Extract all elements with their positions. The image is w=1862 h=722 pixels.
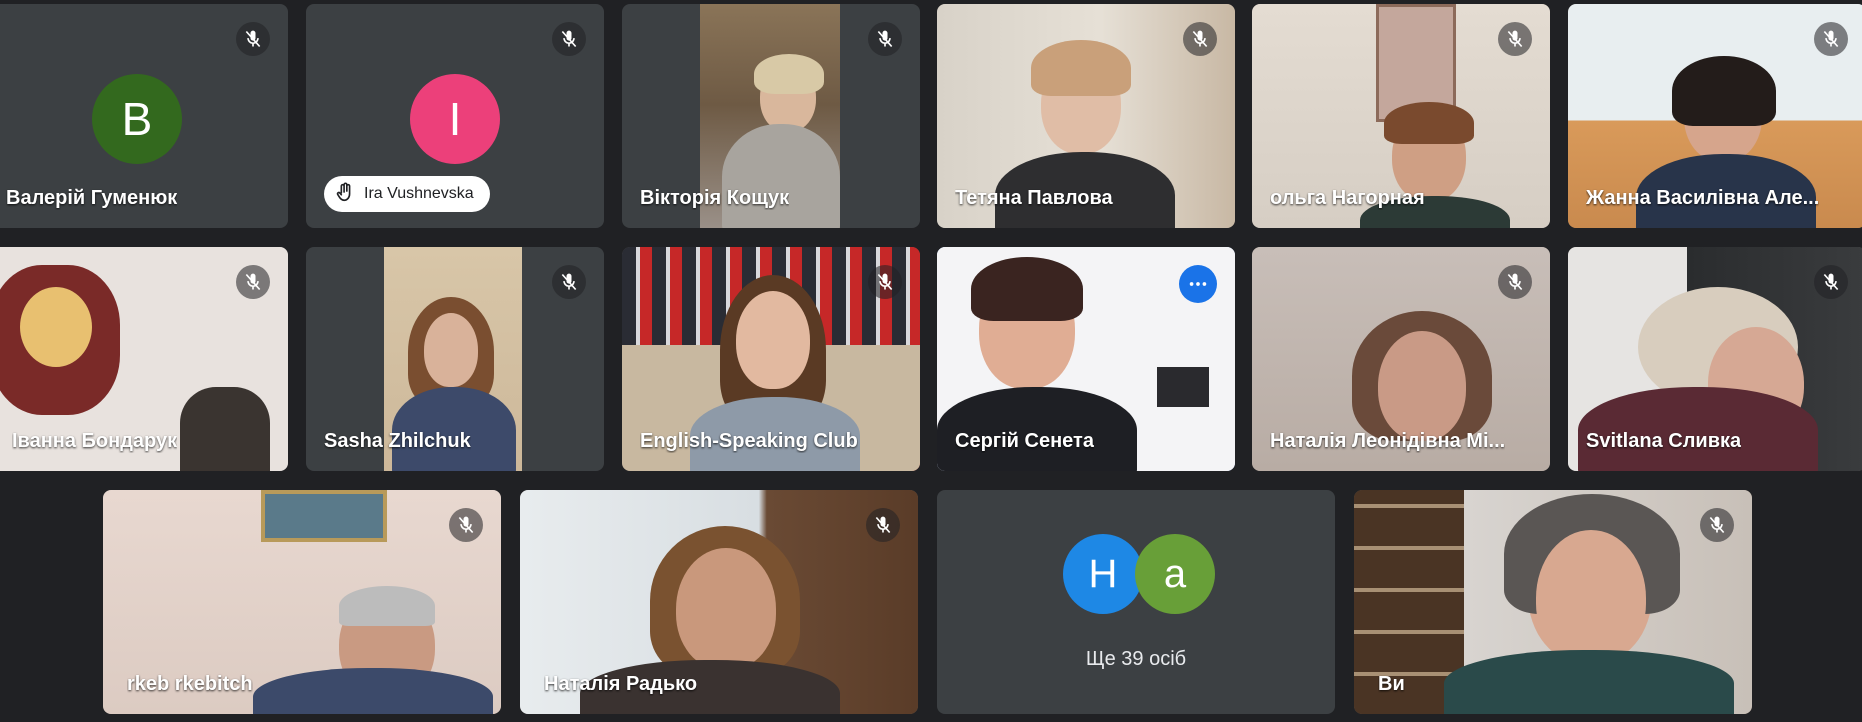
participant-tile-english-club[interactable]: English-Speaking Club [622, 247, 920, 471]
participant-name: Svitlana Сливка [1586, 430, 1742, 452]
mic-off-icon [1498, 22, 1532, 56]
mic-off-icon [236, 22, 270, 56]
participant-tile-svitlana[interactable]: Svitlana Сливка [1568, 247, 1862, 471]
mic-off-icon [449, 508, 483, 542]
participant-tile-olga[interactable]: ольга Нагорная [1252, 4, 1550, 228]
participant-tile-serhii-active-speaker[interactable]: Сергій Сенета [937, 247, 1235, 471]
participant-tile-viktoriia[interactable]: Вікторія Кощук [622, 4, 920, 228]
avatar: В [92, 74, 182, 164]
mic-off-icon [236, 265, 270, 299]
avatar: I [410, 74, 500, 164]
hand-icon [334, 181, 356, 208]
participant-name: rkeb rkebitch [127, 673, 253, 695]
participant-name: Ви [1378, 673, 1405, 695]
participant-name: ольга Нагорная [1270, 187, 1425, 209]
participant-tile-self[interactable]: Ви [1354, 490, 1752, 714]
mic-off-icon [1183, 22, 1217, 56]
participant-tile-tetiana[interactable]: Тетяна Павлова [937, 4, 1235, 228]
mic-off-icon [866, 508, 900, 542]
participant-tile-rkeb[interactable]: rkeb rkebitch [103, 490, 501, 714]
video-feed [1354, 490, 1752, 714]
others-tile[interactable]: Н а Ще 39 осіб [937, 490, 1335, 714]
participant-tile-nataliia-m[interactable]: Наталія Леонідівна Мі... [1252, 247, 1550, 471]
participant-name: Наталія Радько [544, 673, 698, 695]
mic-off-icon [1498, 265, 1532, 299]
mic-off-icon [1700, 508, 1734, 542]
participant-name: English-Speaking Club [640, 430, 858, 452]
participant-tile-nataliia-radko[interactable]: Наталія Радько [520, 490, 918, 714]
participant-name: Sasha Zhilchuk [324, 430, 471, 452]
more-options-icon[interactable] [1179, 265, 1217, 303]
mic-off-icon [868, 265, 902, 299]
mic-off-icon [1814, 265, 1848, 299]
participant-name: Іванна Бондарук [12, 430, 178, 452]
mic-off-icon [868, 22, 902, 56]
participant-name: Сергій Сенета [955, 430, 1094, 452]
participant-name: Наталія Леонідівна Мі... [1270, 430, 1506, 452]
participant-name: Валерій Гуменюк [6, 187, 178, 209]
participant-tile-valerii[interactable]: В Валерій Гуменюк [0, 4, 288, 228]
participant-name: Ira Vushnevska [364, 185, 474, 202]
participant-tile-sasha[interactable]: Sasha Zhilchuk [306, 247, 604, 471]
participant-tile-ira[interactable]: I Ira Vushnevska [306, 4, 604, 228]
others-count-label: Ще 39 осіб [1085, 648, 1187, 670]
participant-tile-zhanna[interactable]: Жанна Василівна Але... [1568, 4, 1862, 228]
mic-off-icon [552, 22, 586, 56]
participant-name: Вікторія Кощук [640, 187, 790, 209]
mic-off-icon [552, 265, 586, 299]
mic-off-icon [1814, 22, 1848, 56]
participant-name: Жанна Василівна Але... [1586, 187, 1820, 209]
avatar: Н [1063, 534, 1143, 614]
raised-hand-badge: Ira Vushnevska [324, 176, 490, 212]
participant-tile-ivanna[interactable]: Іванна Бондарук [0, 247, 288, 471]
participant-name: Тетяна Павлова [955, 187, 1113, 209]
avatar: а [1135, 534, 1215, 614]
